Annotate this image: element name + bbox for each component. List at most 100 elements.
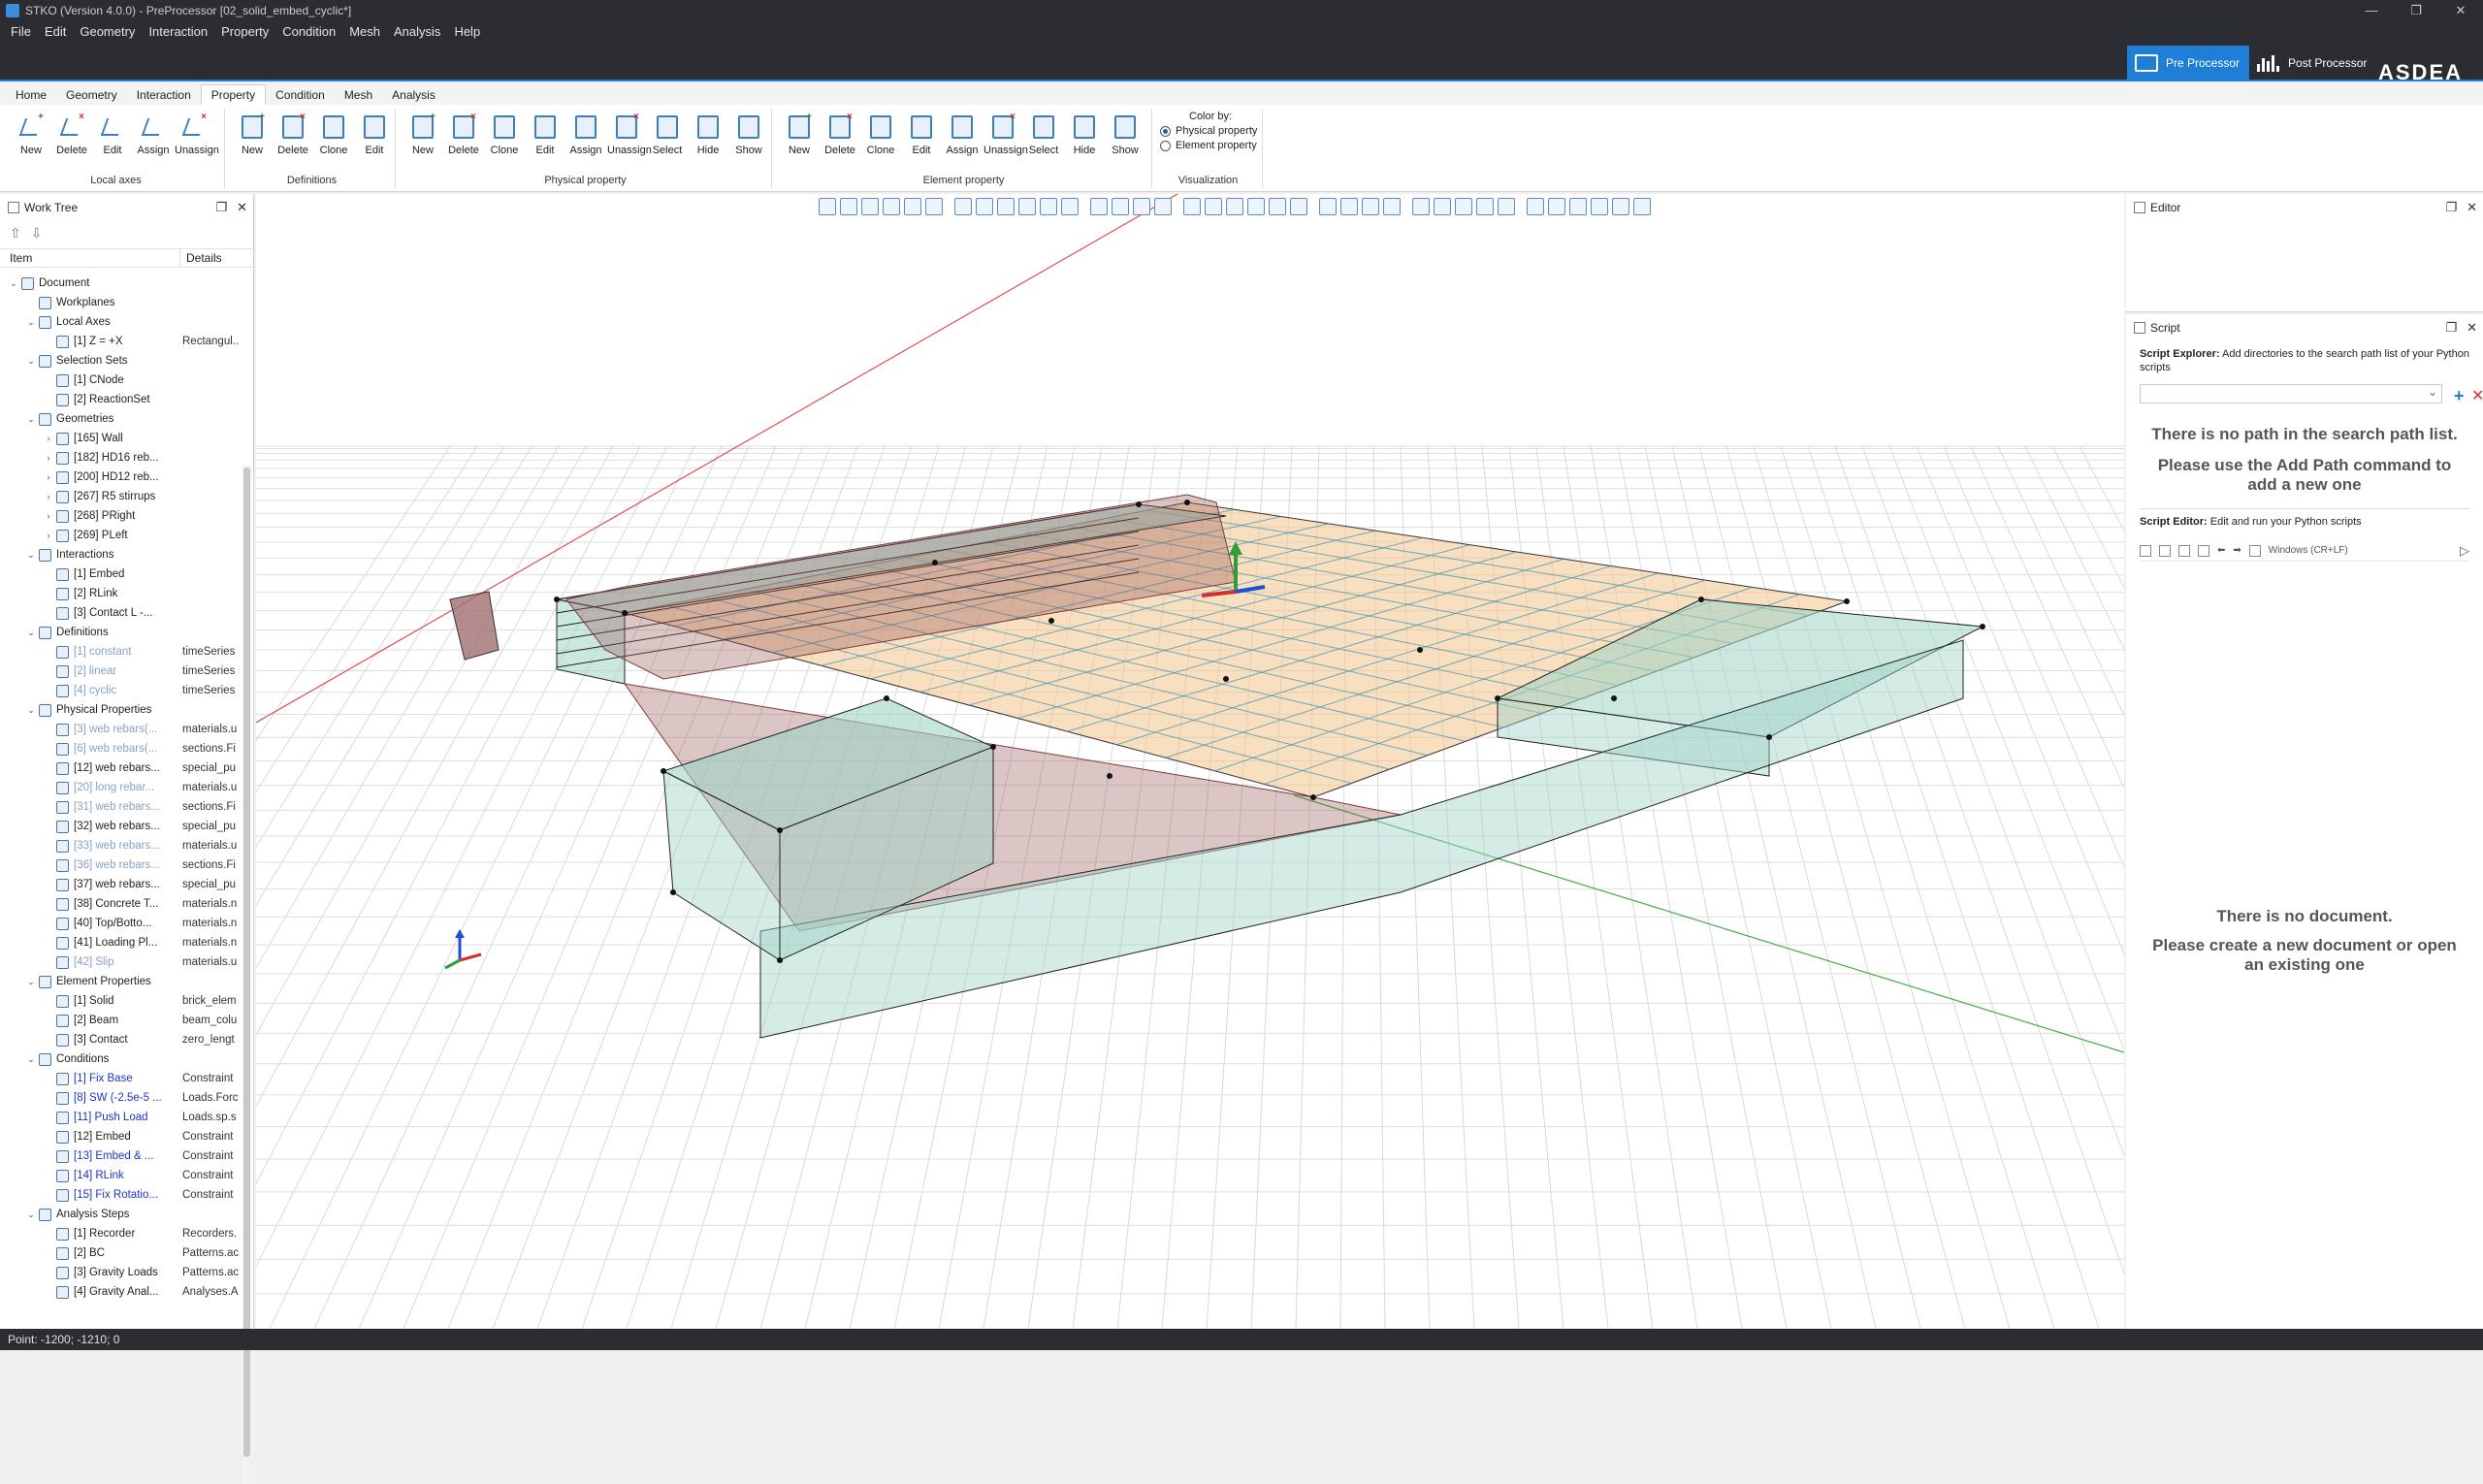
minimize-button[interactable]: —: [2349, 0, 2394, 21]
close-icon[interactable]: ✕: [2467, 320, 2477, 336]
move-down-icon[interactable]: ⇩: [31, 225, 43, 242]
view-tool-icon[interactable]: [1434, 198, 1451, 215]
tree-row[interactable]: [36] web rebars... sections.Fi: [0, 855, 242, 875]
view-tool-icon[interactable]: [1247, 198, 1265, 215]
tree-row[interactable]: › [182] HD16 reb...: [0, 448, 242, 468]
tree-row[interactable]: [1] Solid brick_elem: [0, 991, 242, 1011]
expand-toggle-icon[interactable]: ⌄: [25, 705, 37, 716]
view-tool-icon[interactable]: [1290, 198, 1307, 215]
expand-toggle-icon[interactable]: ⌄: [25, 1210, 37, 1220]
ribbon-clone-button[interactable]: Clone: [485, 113, 524, 156]
tab-condition[interactable]: Condition: [266, 85, 335, 105]
tree-row[interactable]: ⌄ Selection Sets: [0, 351, 242, 371]
redo-icon[interactable]: ➡: [2233, 545, 2241, 556]
maximize-button[interactable]: ❐: [2394, 0, 2438, 21]
ribbon-edit-button[interactable]: Edit: [526, 113, 564, 156]
tree-row[interactable]: ⌄ Analysis Steps: [0, 1205, 242, 1224]
tree-row[interactable]: ⌄ Local Axes: [0, 312, 242, 332]
3d-viewport[interactable]: [256, 194, 2124, 1329]
tree-row[interactable]: ⌄ Physical Properties: [0, 700, 242, 720]
ribbon-delete-button[interactable]: × Delete: [444, 113, 483, 157]
ribbon-assign-button[interactable]: Assign: [943, 113, 982, 156]
view-tool-icon[interactable]: [925, 198, 943, 215]
tree-row[interactable]: › [267] R5 stirrups: [0, 487, 242, 506]
expand-toggle-icon[interactable]: ⌄: [25, 977, 37, 987]
ribbon-clone-button[interactable]: Clone: [314, 113, 353, 156]
tree-row[interactable]: ⌄ Geometries: [0, 409, 242, 429]
ribbon-unassign-button[interactable]: × Unassign: [607, 113, 652, 157]
tree-row[interactable]: [3] web rebars(... materials.u: [0, 720, 242, 739]
ribbon-show-button[interactable]: Show: [729, 113, 768, 156]
radio-physical-property[interactable]: Physical property: [1160, 125, 1257, 137]
tree-row[interactable]: [12] Embed Constraint: [0, 1127, 242, 1146]
close-icon[interactable]: ✕: [2467, 200, 2477, 215]
ribbon-delete-button[interactable]: × Delete: [821, 113, 859, 157]
view-tool-icon[interactable]: [1383, 198, 1401, 215]
tree-row[interactable]: [4] cyclic timeSeries: [0, 681, 242, 700]
tree-row[interactable]: [2] RLink: [0, 584, 242, 603]
tree-row[interactable]: ⌄ Definitions: [0, 623, 242, 642]
expand-toggle-icon[interactable]: ⌄: [25, 1054, 37, 1065]
ribbon-hide-button[interactable]: Hide: [1065, 113, 1104, 156]
save-icon[interactable]: [2178, 544, 2190, 557]
tab-property[interactable]: Property: [200, 84, 267, 105]
tree-row[interactable]: ⌄ Element Properties: [0, 972, 242, 991]
view-tool-icon[interactable]: [1319, 198, 1337, 215]
view-tool-icon[interactable]: [1205, 198, 1222, 215]
float-icon[interactable]: ❐: [2445, 320, 2457, 336]
tab-interaction[interactable]: Interaction: [127, 85, 201, 105]
ribbon-delete-button[interactable]: × Delete: [274, 113, 312, 157]
tree-row[interactable]: [6] web rebars(... sections.Fi: [0, 739, 242, 758]
tree-row[interactable]: [15] Fix Rotatio... Constraint: [0, 1185, 242, 1205]
view-tool-icon[interactable]: [1455, 198, 1472, 215]
view-tool-icon[interactable]: [1527, 198, 1544, 215]
radio-element-property[interactable]: Element property: [1160, 140, 1257, 151]
tree-row[interactable]: ⌄ Interactions: [0, 545, 242, 565]
ribbon-select-button[interactable]: Select: [648, 113, 687, 156]
tree-row[interactable]: ⌄ Conditions: [0, 1049, 242, 1069]
menu-property[interactable]: Property: [214, 21, 275, 42]
ribbon-new-button[interactable]: + New: [403, 113, 442, 157]
tree-row[interactable]: [1] CNode: [0, 371, 242, 390]
menu-edit[interactable]: Edit: [38, 21, 73, 42]
undo-icon[interactable]: ⬅: [2217, 545, 2225, 556]
search-path-combo[interactable]: [2140, 384, 2442, 403]
ribbon-new-button[interactable]: + New: [12, 113, 50, 156]
tab-analysis[interactable]: Analysis: [382, 85, 445, 105]
tree-row[interactable]: [31] web rebars... sections.Fi: [0, 797, 242, 817]
tab-geometry[interactable]: Geometry: [56, 85, 127, 105]
view-tool-icon[interactable]: [1226, 198, 1243, 215]
ribbon-hide-button[interactable]: Hide: [689, 113, 727, 156]
run-icon[interactable]: ▷: [2460, 543, 2469, 559]
menu-condition[interactable]: Condition: [275, 21, 342, 42]
tree-row[interactable]: [3] Contact L -...: [0, 603, 242, 623]
tree-row[interactable]: [40] Top/Botto... materials.n: [0, 914, 242, 933]
ribbon-show-button[interactable]: Show: [1106, 113, 1145, 156]
view-tool-icon[interactable]: [819, 198, 836, 215]
tree-row[interactable]: › [268] PRight: [0, 506, 242, 526]
tree-row[interactable]: [11] Push Load Loads.sp.s: [0, 1108, 242, 1127]
view-tool-icon[interactable]: [1133, 198, 1150, 215]
view-tool-icon[interactable]: [883, 198, 900, 215]
view-tool-icon[interactable]: [904, 198, 921, 215]
view-tool-icon[interactable]: [954, 198, 972, 215]
open-file-icon[interactable]: [2159, 544, 2171, 557]
view-tool-icon[interactable]: [1090, 198, 1108, 215]
tree-row[interactable]: [2] linear timeSeries: [0, 661, 242, 681]
view-tool-icon[interactable]: [997, 198, 1015, 215]
view-tool-icon[interactable]: [1362, 198, 1379, 215]
tree-row[interactable]: [2] BC Patterns.ac: [0, 1243, 242, 1263]
tree-row[interactable]: [1] Embed: [0, 565, 242, 584]
save-as-icon[interactable]: [2198, 544, 2209, 557]
add-path-icon[interactable]: +: [2454, 386, 2465, 406]
view-tool-icon[interactable]: [1112, 198, 1129, 215]
tree-row[interactable]: [38] Concrete T... materials.n: [0, 894, 242, 914]
float-icon[interactable]: ❐: [2445, 200, 2457, 215]
view-tool-icon[interactable]: [1183, 198, 1201, 215]
list-icon[interactable]: [2248, 544, 2261, 557]
menu-help[interactable]: Help: [447, 21, 487, 42]
view-tool-icon[interactable]: [1061, 198, 1079, 215]
view-tool-icon[interactable]: [1412, 198, 1430, 215]
ribbon-clone-button[interactable]: Clone: [861, 113, 900, 156]
close-button[interactable]: ✕: [2438, 0, 2483, 21]
